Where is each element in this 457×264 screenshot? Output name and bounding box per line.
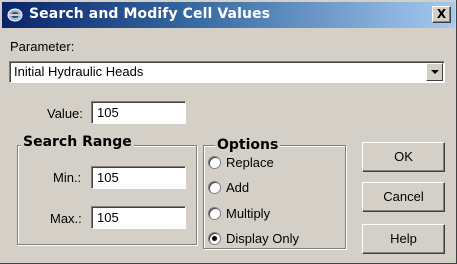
option-label: Display Only (226, 231, 299, 246)
max-label: Max.: (50, 211, 82, 226)
max-input[interactable]: 105 (91, 206, 186, 229)
window-title: Search and Modify Cell Values (29, 6, 271, 22)
cancel-button[interactable]: Cancel (362, 182, 445, 212)
parameter-selected-value: Initial Hydraulic Heads (14, 64, 144, 79)
value-label: Value: (47, 106, 83, 121)
min-input[interactable]: 105 (91, 166, 186, 189)
close-button[interactable]: X (432, 6, 451, 23)
title-bar[interactable]: Search and Modify Cell Values X (2, 2, 455, 28)
dropdown-arrow-button[interactable] (426, 63, 443, 81)
radio-button[interactable] (208, 207, 221, 220)
radio-dot-icon (212, 236, 217, 241)
search-range-group (17, 145, 197, 245)
dialog-window: Search and Modify Cell Values X Paramete… (0, 0, 457, 264)
parameter-dropdown[interactable]: Initial Hydraulic Heads (9, 61, 445, 83)
value-input[interactable]: 105 (91, 101, 186, 124)
options-title: Options (215, 137, 281, 153)
parameter-label: Parameter: (10, 39, 75, 54)
min-label: Min.: (53, 170, 82, 185)
option-label: Replace (226, 155, 274, 170)
radio-button[interactable] (208, 156, 221, 169)
option-label: Add (226, 180, 250, 195)
app-icon (7, 8, 23, 22)
radio-button-selected[interactable] (208, 232, 221, 245)
option-label: Multiply (226, 206, 271, 221)
chevron-down-icon (431, 70, 439, 74)
search-range-title: Search Range (21, 134, 134, 150)
ok-button[interactable]: OK (362, 142, 445, 172)
radio-button[interactable] (208, 181, 221, 194)
help-button[interactable]: Help (362, 224, 445, 254)
